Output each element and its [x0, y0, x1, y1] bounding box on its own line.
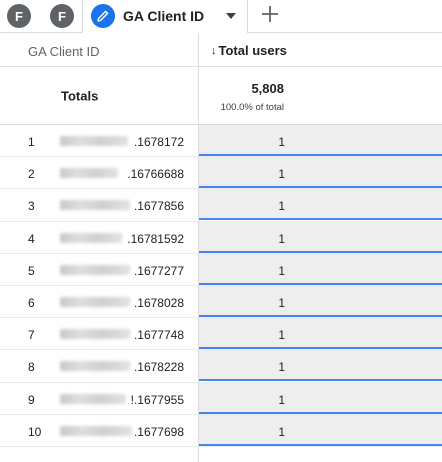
row-index: 2	[28, 167, 35, 182]
client-id-suffix: .1677698	[133, 424, 184, 439]
redacted-client-id-prefix	[60, 136, 128, 146]
metric-share-bar	[199, 154, 442, 156]
free-form-table: GA Client ID ↓ Total users Totals 5,808 …	[0, 33, 442, 447]
tab-ga-client-id[interactable]: GA Client ID	[82, 0, 248, 33]
row-index: 3	[28, 199, 35, 214]
table-row[interactable]: 4 .16781592 1	[0, 221, 442, 254]
table-row[interactable]: 7 .1677748 1	[0, 318, 442, 351]
row-index: 1	[28, 135, 35, 149]
metric-share-bar	[199, 314, 442, 317]
redacted-client-id-prefix	[60, 232, 122, 243]
redacted-client-id-prefix	[60, 264, 130, 275]
metric-value: 1	[278, 199, 285, 214]
metric-share-bar	[199, 411, 442, 414]
metric-share-bar	[199, 186, 442, 189]
table-body: 1 .1678172 1 2 .16766688 1 3 .1677856 1 4 .1678159…	[0, 125, 442, 447]
dimension-column-header[interactable]: GA Client ID	[28, 44, 100, 59]
segment-chip-letter: F	[58, 8, 66, 24]
totals-row: Totals 5,808 100.0% of total	[0, 67, 442, 125]
metric-value: 1	[278, 392, 285, 407]
client-id-suffix: .1677856	[133, 199, 184, 214]
metric-value: 1	[278, 263, 285, 278]
table-row[interactable]: 3 .1677856 1	[0, 189, 442, 222]
column-divider	[198, 33, 199, 462]
table-row[interactable]: 1 .1678172 1	[0, 125, 442, 158]
client-id-suffix: !.1677955	[130, 392, 184, 407]
client-id-suffix: .16781592	[127, 231, 184, 246]
row-index: 6	[28, 295, 35, 310]
caret-down-icon[interactable]	[224, 9, 238, 23]
client-id-suffix: .1678172	[133, 135, 184, 149]
table-row[interactable]: 5 .1677277 1	[0, 253, 442, 286]
plus-icon	[261, 5, 279, 28]
table-row[interactable]: 9 !.1677955 1	[0, 382, 442, 415]
exploration-tab-bar: F F GA Client ID	[0, 0, 442, 33]
client-id-suffix: .1677277	[133, 263, 184, 278]
client-id-suffix: .1677748	[133, 328, 184, 343]
metric-share-bar	[199, 347, 442, 350]
redacted-client-id-prefix	[60, 361, 130, 372]
metric-share-bar	[199, 379, 442, 382]
metric-column-header[interactable]: ↓ Total users	[211, 43, 287, 58]
metric-value: 1	[278, 167, 285, 182]
tab-label: GA Client ID	[123, 8, 205, 24]
client-id-suffix: .1678028	[133, 295, 184, 310]
metric-value: 1	[278, 231, 285, 246]
metric-value: 1	[278, 424, 285, 439]
redacted-client-id-prefix	[60, 329, 130, 340]
redacted-client-id-prefix	[60, 168, 118, 179]
row-index: 10	[28, 424, 42, 439]
row-index: 7	[28, 328, 35, 343]
metric-value: 1	[278, 295, 285, 310]
metric-share-bar	[199, 218, 442, 221]
metric-share-bar	[199, 443, 442, 446]
table-row[interactable]: 10 .1677698 1	[0, 414, 442, 447]
row-index: 5	[28, 263, 35, 278]
row-index: 4	[28, 231, 35, 246]
row-index: 8	[28, 360, 35, 375]
redacted-client-id-prefix	[60, 296, 130, 307]
redacted-client-id-prefix	[60, 200, 130, 211]
table-row[interactable]: 8 .1678228 1	[0, 350, 442, 383]
row-index: 9	[28, 392, 35, 407]
table-row[interactable]: 6 .1678028 1	[0, 285, 442, 319]
metric-share-bar	[199, 250, 442, 253]
add-tab-button[interactable]	[256, 2, 284, 30]
client-id-suffix: .1678228	[133, 360, 184, 375]
metric-value: 1	[278, 360, 285, 375]
table-header: GA Client ID ↓ Total users	[0, 33, 442, 67]
metric-value: 1	[278, 328, 285, 343]
metric-header-label: Total users	[218, 43, 287, 58]
segment-chip-letter: F	[15, 8, 23, 24]
segment-chip-1[interactable]: F	[7, 4, 31, 28]
totals-value: 5,808	[251, 81, 284, 96]
segment-chip-2[interactable]: F	[50, 4, 74, 28]
arrow-down-icon: ↓	[211, 44, 217, 57]
metric-share-bar	[199, 282, 442, 285]
table-row[interactable]: 2 .16766688 1	[0, 157, 442, 190]
totals-percent: 100.0% of total	[220, 102, 284, 113]
metric-value: 1	[278, 135, 285, 149]
redacted-client-id-prefix	[60, 425, 132, 436]
client-id-suffix: .16766688	[127, 167, 184, 182]
redacted-client-id-prefix	[60, 393, 126, 404]
pencil-icon[interactable]	[91, 4, 115, 28]
totals-label: Totals	[61, 88, 99, 104]
